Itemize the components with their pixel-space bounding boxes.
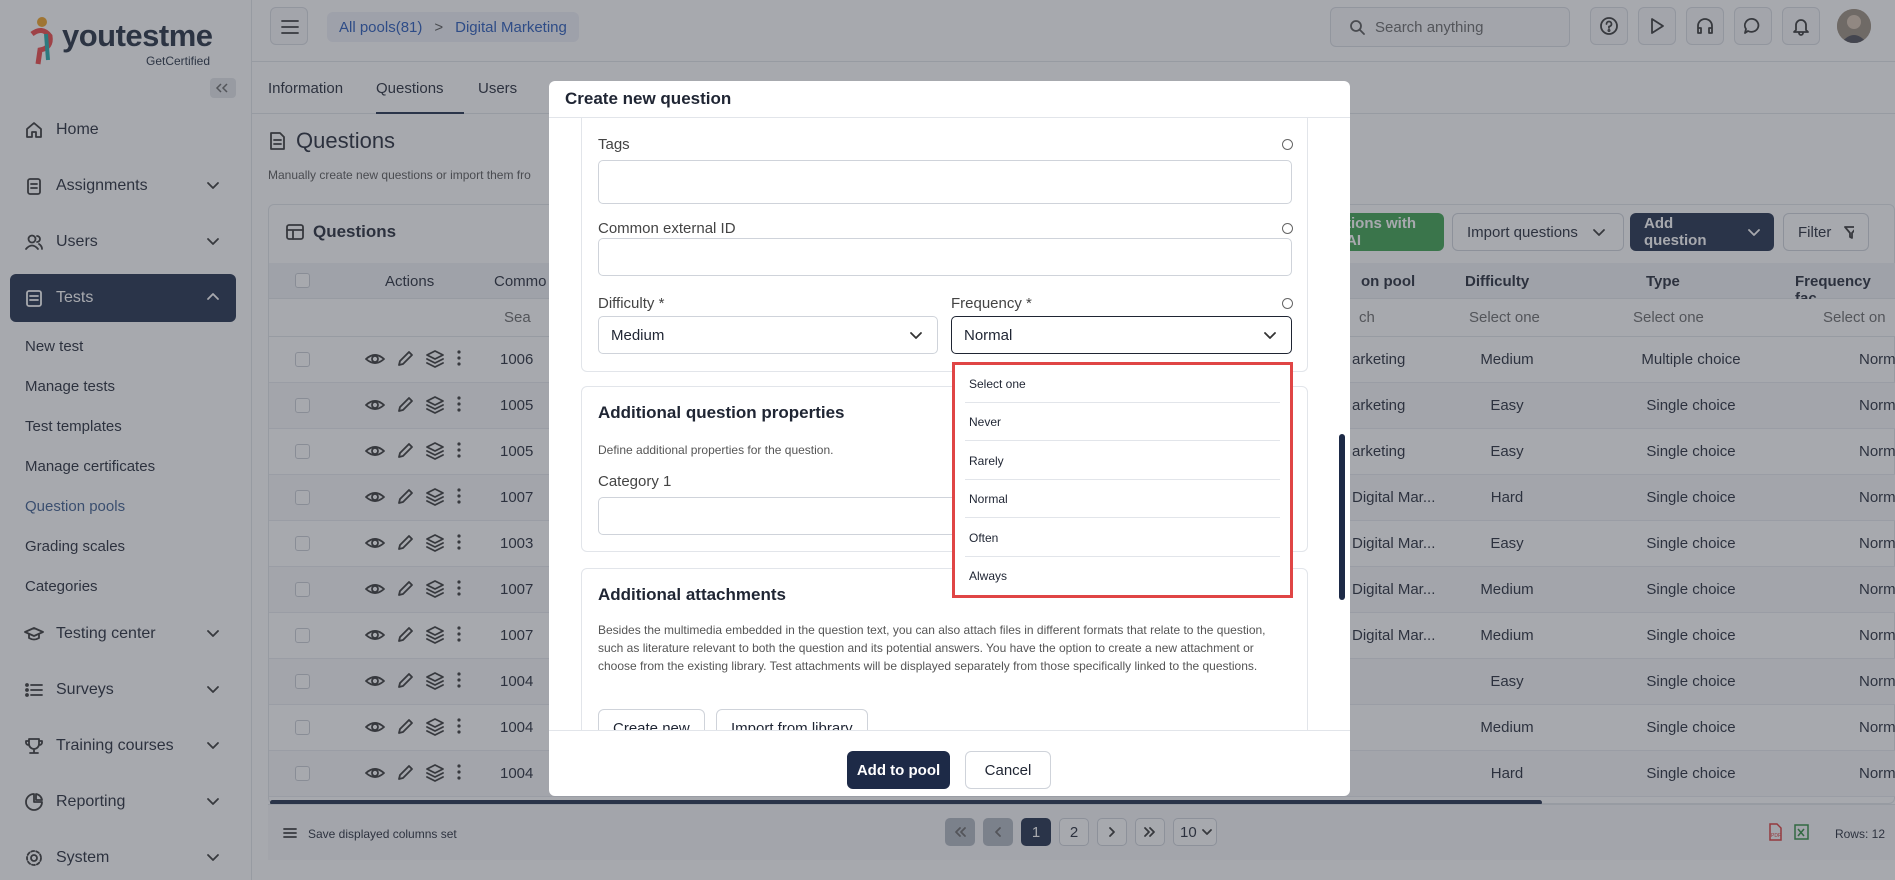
modal-scrollbar-thumb[interactable] xyxy=(1339,434,1345,600)
create-new-label: Create new xyxy=(613,719,690,731)
create-new-attachment-button[interactable]: Create new xyxy=(598,709,705,731)
frequency-option-always[interactable]: Always xyxy=(965,557,1280,595)
attachments-title: Additional attachments xyxy=(598,585,786,604)
frequency-value: Normal xyxy=(964,326,1013,344)
frequency-dropdown-menu: Select one Never Rarely Normal Often Alw… xyxy=(952,362,1293,598)
tags-label: Tags xyxy=(598,136,630,153)
question-details-section: Tags Common external ID Difficulty * Med… xyxy=(581,118,1308,372)
difficulty-select[interactable]: Medium xyxy=(598,316,938,354)
info-icon xyxy=(1282,139,1293,150)
difficulty-value: Medium xyxy=(611,326,665,344)
frequency-option-normal[interactable]: Normal xyxy=(965,480,1280,518)
additional-properties-title: Additional question properties xyxy=(598,403,845,422)
frequency-option-never[interactable]: Never xyxy=(965,403,1280,441)
attachments-desc: Besides the multimedia embedded in the q… xyxy=(598,623,1266,673)
add-to-pool-button[interactable]: Add to pool xyxy=(847,751,950,789)
import-from-library-button[interactable]: Import from library xyxy=(716,709,868,731)
tags-input[interactable] xyxy=(598,160,1292,204)
import-from-library-label: Import from library xyxy=(731,719,853,731)
frequency-option-rarely[interactable]: Rarely xyxy=(965,442,1280,480)
difficulty-label: Difficulty * xyxy=(598,295,665,312)
frequency-select[interactable]: Normal xyxy=(951,316,1292,354)
frequency-label: Frequency * xyxy=(951,295,1032,312)
category-label: Category 1 xyxy=(598,473,672,490)
chevron-down-icon xyxy=(910,332,922,339)
frequency-option-often[interactable]: Often xyxy=(965,519,1280,557)
info-icon xyxy=(1282,223,1293,234)
external-id-label: Common external ID xyxy=(598,220,736,237)
chevron-down-icon xyxy=(1264,332,1276,339)
frequency-option-select-one[interactable]: Select one xyxy=(965,365,1280,403)
cancel-button[interactable]: Cancel xyxy=(965,751,1051,789)
external-id-input[interactable] xyxy=(598,238,1292,276)
additional-properties-desc: Define additional properties for the que… xyxy=(598,443,834,457)
modal-title: Create new question xyxy=(565,89,732,108)
info-icon xyxy=(1282,298,1293,309)
